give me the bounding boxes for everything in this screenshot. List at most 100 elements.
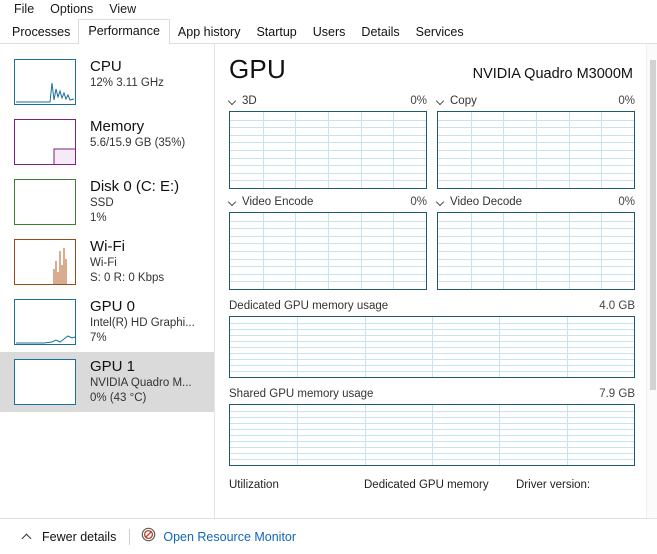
engine-graph-3d [229,111,427,189]
page-title: GPU [229,54,286,84]
sidebar-item-gpu-1[interactable]: GPU 1 NVIDIA Quadro M... 0% (43 °C) [0,352,214,412]
engine-cell-copy: Copy 0% [437,94,635,189]
engine-caption-video-decode: Video Decode 0% [437,195,635,210]
disk-thumbnail-graph [14,179,76,225]
sidebar-item-disk-0-text: Disk 0 (C: E:) SSD 1% [90,177,179,226]
sidebar-item-wifi-text: Wi-Fi Wi-Fi S: 0 R: 0 Kbps [90,237,164,286]
stat-label-dedicated-gpu-memory: Dedicated GPU memory [364,478,516,493]
sidebar-item-gpu-1-sub2: 0% (43 °C) [90,391,192,406]
tab-processes[interactable]: Processes [4,22,78,44]
engine-graph-row-2: Video Encode 0% [229,195,635,290]
performance-sidebar: CPU 12% 3.11 GHz Memory 5.6/15.9 GB (35%… [0,44,215,518]
sidebar-item-wifi-sub2: S: 0 R: 0 Kbps [90,271,164,286]
shared-memory-label: Shared GPU memory usage [229,387,373,402]
engine-caption-video-encode: Video Encode 0% [229,195,427,210]
vertical-scrollbar[interactable] [646,44,657,518]
graph-grid [438,112,634,188]
gpu-0-thumbnail-graph [14,299,76,345]
engine-label-3d: 3D [242,94,257,109]
cpu-thumbnail-graph [14,59,76,105]
gpu-device-name: NVIDIA Quadro M3000M [473,64,633,84]
sidebar-item-gpu-0-text: GPU 0 Intel(R) HD Graphi... 7% [90,297,195,346]
open-resource-monitor-link[interactable]: Open Resource Monitor [141,527,296,547]
tab-users[interactable]: Users [305,22,354,44]
sidebar-item-disk-0-sub2: 1% [90,211,179,226]
sidebar-item-cpu-title: CPU [90,57,164,76]
sidebar-item-disk-0-sub1: SSD [90,196,179,211]
graph-grid [230,112,426,188]
footer-divider [129,529,130,545]
engine-value-video-encode: 0% [410,195,427,210]
dedicated-memory-graph [229,316,635,378]
stat-label-utilization: Utilization [229,478,364,493]
menu-item-file[interactable]: File [6,0,42,18]
graph-grid [438,213,634,289]
engine-cell-video-decode: Video Decode 0% [437,195,635,290]
content-area: CPU 12% 3.11 GHz Memory 5.6/15.9 GB (35%… [0,44,657,518]
engine-cell-3d: 3D 0% [229,94,427,189]
engine-caption-3d: 3D 0% [229,94,427,109]
sidebar-item-memory-text: Memory 5.6/15.9 GB (35%) [90,117,185,151]
menu-item-options[interactable]: Options [42,0,101,18]
tab-services[interactable]: Services [408,22,472,44]
status-bar: Fewer details Open Resource Monitor [0,518,657,554]
sidebar-item-gpu-0-sub1: Intel(R) HD Graphi... [90,316,195,331]
tab-performance[interactable]: Performance [78,19,170,45]
engine-value-3d: 0% [410,94,427,109]
tab-app-history[interactable]: App history [170,22,249,44]
sidebar-item-cpu-text: CPU 12% 3.11 GHz [90,57,164,91]
graph-grid [230,213,426,289]
sidebar-item-gpu-1-sub1: NVIDIA Quadro M... [90,376,192,391]
engine-label-copy: Copy [450,94,477,109]
chevron-down-icon[interactable] [437,97,446,106]
sidebar-item-memory[interactable]: Memory 5.6/15.9 GB (35%) [0,112,214,172]
menu-item-view[interactable]: View [101,0,144,18]
engine-label-video-encode: Video Encode [242,195,313,210]
fewer-details-label: Fewer details [42,530,116,544]
dedicated-memory-value: 4.0 GB [599,299,635,314]
engine-graph-video-encode [229,212,427,290]
graph-grid [230,405,634,465]
engine-cell-video-encode: Video Encode 0% [229,195,427,290]
gpu-detail-panel: GPU NVIDIA Quadro M3000M 3D 0% [215,44,657,518]
sidebar-item-memory-title: Memory [90,117,185,136]
engine-graph-copy [437,111,635,189]
stat-label-driver-version: Driver version: [516,478,590,493]
resource-monitor-icon [141,527,156,547]
scrollbar-thumb[interactable] [650,60,656,390]
dedicated-memory-caption: Dedicated GPU memory usage 4.0 GB [229,299,635,314]
memory-thumbnail-graph [14,119,76,165]
sidebar-item-gpu-0-sub2: 7% [90,331,195,346]
sidebar-item-wifi-title: Wi-Fi [90,237,164,256]
sidebar-item-cpu[interactable]: CPU 12% 3.11 GHz [0,52,214,112]
sidebar-item-gpu-0[interactable]: GPU 0 Intel(R) HD Graphi... 7% [0,292,214,352]
graph-grid [230,317,634,377]
engine-graph-row-1: 3D 0% [229,94,635,189]
engine-caption-copy: Copy 0% [437,94,635,109]
engine-value-copy: 0% [618,94,635,109]
shared-memory-caption: Shared GPU memory usage 7.9 GB [229,387,635,402]
engine-value-video-decode: 0% [618,195,635,210]
task-manager-window: File Options View Processes Performance … [0,0,657,554]
panel-header: GPU NVIDIA Quadro M3000M [229,54,635,88]
sidebar-item-wifi[interactable]: Wi-Fi Wi-Fi S: 0 R: 0 Kbps [0,232,214,292]
gpu-1-thumbnail-graph [14,359,76,405]
sidebar-item-gpu-1-text: GPU 1 NVIDIA Quadro M... 0% (43 °C) [90,357,192,406]
tab-details[interactable]: Details [353,22,407,44]
dedicated-memory-block: Dedicated GPU memory usage 4.0 GB [229,299,635,378]
shared-memory-graph [229,404,635,466]
sidebar-item-disk-0-title: Disk 0 (C: E:) [90,177,179,196]
dedicated-memory-label: Dedicated GPU memory usage [229,299,388,314]
chevron-down-icon[interactable] [437,198,446,207]
shared-memory-block: Shared GPU memory usage 7.9 GB [229,387,635,466]
sidebar-item-disk-0[interactable]: Disk 0 (C: E:) SSD 1% [0,172,214,232]
fewer-details-button[interactable]: Fewer details [22,530,116,544]
chevron-down-icon[interactable] [229,97,238,106]
sidebar-item-cpu-sub1: 12% 3.11 GHz [90,76,164,91]
tab-startup[interactable]: Startup [248,22,304,44]
sidebar-item-gpu-1-title: GPU 1 [90,357,192,376]
menu-bar: File Options View [0,0,657,18]
engine-label-video-decode: Video Decode [450,195,522,210]
sidebar-item-memory-sub1: 5.6/15.9 GB (35%) [90,136,185,151]
chevron-down-icon[interactable] [229,198,238,207]
